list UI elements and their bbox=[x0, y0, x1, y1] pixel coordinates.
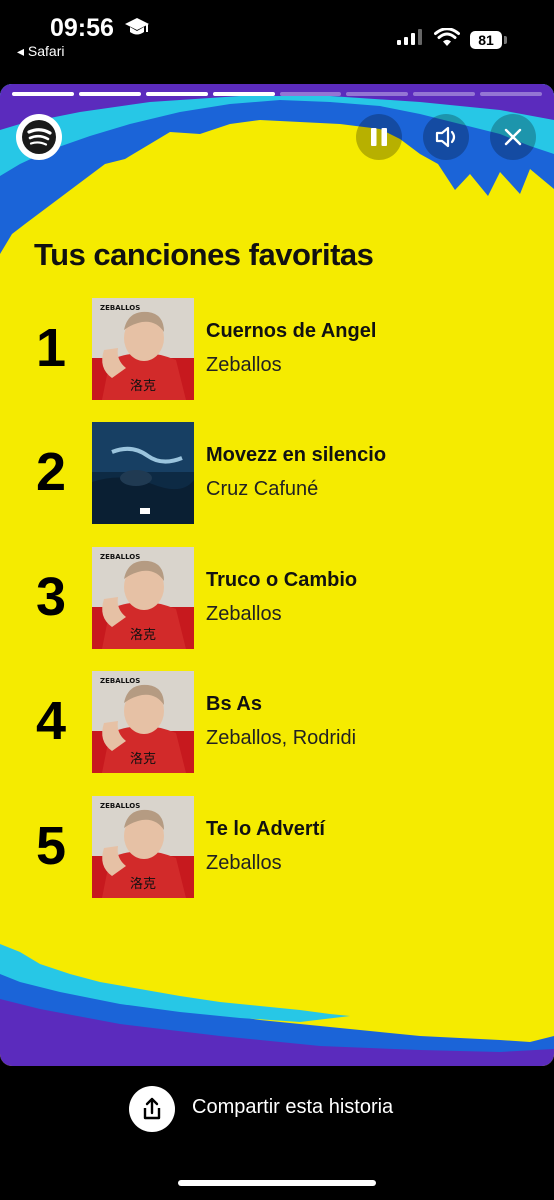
back-to-safari-link[interactable]: ◂ Safari bbox=[17, 43, 65, 60]
svg-text:洛克: 洛克 bbox=[130, 752, 156, 767]
story-title: Tus canciones favoritas bbox=[34, 237, 374, 272]
share-icon bbox=[143, 1097, 161, 1120]
clock: 09:56 bbox=[50, 14, 114, 42]
track-title: Movezz en silencio bbox=[206, 444, 387, 466]
svg-text:洛克: 洛克 bbox=[130, 628, 156, 643]
track-row[interactable]: 2 Movezz en silencio Cruz Cafuné bbox=[0, 422, 554, 526]
album-cover-image: 洛克 ZEBALLOS bbox=[92, 671, 194, 773]
svg-text:洛克: 洛克 bbox=[130, 379, 156, 394]
progress-segment bbox=[480, 92, 542, 96]
track-artist: Zeballos, Rodridi bbox=[206, 727, 357, 749]
progress-segment bbox=[212, 92, 275, 96]
track-title: Te lo Advertí bbox=[206, 818, 325, 840]
spotify-logo-icon bbox=[16, 114, 62, 160]
track-row[interactable]: 3 洛克 ZEBALLOS Truco o Cambio Zeballos bbox=[0, 547, 554, 651]
graduation-cap-icon bbox=[124, 16, 150, 43]
svg-text:ZEBALLOS: ZEBALLOS bbox=[100, 677, 140, 685]
pause-icon bbox=[371, 128, 387, 146]
album-cover-image bbox=[92, 422, 194, 524]
track-title: Cuernos de Angel bbox=[206, 320, 377, 342]
track-rank: 3 bbox=[35, 567, 67, 627]
track-artist: Zeballos bbox=[206, 354, 282, 376]
track-artist: Zeballos bbox=[206, 603, 282, 625]
svg-text:ZEBALLOS: ZEBALLOS bbox=[100, 553, 140, 561]
track-row[interactable]: 1 洛克 ZEBALLOS Cuernos de Angel Zeballos bbox=[0, 298, 554, 402]
track-title: Bs As bbox=[206, 693, 262, 715]
progress-segment bbox=[78, 92, 141, 96]
album-cover-image: 洛克 ZEBALLOS bbox=[92, 298, 194, 400]
share-button[interactable] bbox=[129, 1086, 175, 1132]
track-title: Truco o Cambio bbox=[206, 569, 358, 591]
pause-button[interactable] bbox=[356, 114, 402, 160]
signal-icon bbox=[397, 29, 423, 50]
progress-segment bbox=[12, 92, 74, 96]
track-rank: 5 bbox=[35, 816, 67, 876]
album-cover-image: 洛克 ZEBALLOS bbox=[92, 796, 194, 898]
track-rank: 2 bbox=[35, 442, 67, 502]
progress-segment bbox=[413, 92, 476, 96]
track-rank: 1 bbox=[35, 318, 67, 378]
svg-text:ZEBALLOS: ZEBALLOS bbox=[100, 802, 140, 810]
progress-segment bbox=[346, 92, 409, 96]
share-label[interactable]: Compartir esta historia bbox=[192, 1096, 393, 1119]
wrapped-story-card[interactable]: Tus canciones favoritas 1 洛克 ZEBALLOS Cue… bbox=[0, 84, 554, 1066]
progress-segment bbox=[145, 92, 208, 96]
home-indicator[interactable] bbox=[178, 1180, 376, 1186]
track-rank: 4 bbox=[35, 691, 67, 751]
track-row[interactable]: 5 洛克 ZEBALLOS Te lo Advertí Zeballos bbox=[0, 796, 554, 900]
battery-indicator: 81 bbox=[470, 31, 502, 49]
svg-text:ZEBALLOS: ZEBALLOS bbox=[100, 304, 140, 312]
track-artist: Cruz Cafuné bbox=[206, 478, 319, 500]
album-cover-image: 洛克 ZEBALLOS bbox=[92, 547, 194, 649]
battery-tip bbox=[504, 36, 507, 44]
mute-button[interactable] bbox=[423, 114, 469, 160]
track-row[interactable]: 4 洛克 ZEBALLOS Bs As Zeballos, Rodridi bbox=[0, 671, 554, 775]
close-button[interactable] bbox=[490, 114, 536, 160]
share-story-bar[interactable]: Compartir esta historia bbox=[0, 1080, 554, 1136]
svg-text:洛克: 洛克 bbox=[130, 877, 156, 892]
progress-segment bbox=[279, 92, 342, 96]
speaker-icon bbox=[435, 126, 456, 148]
story-progress-bar bbox=[12, 92, 542, 96]
wifi-icon bbox=[434, 27, 460, 52]
status-bar: 09:56 ◂ Safari 81 bbox=[0, 0, 554, 70]
close-icon bbox=[504, 128, 522, 146]
track-artist: Zeballos bbox=[206, 852, 282, 874]
